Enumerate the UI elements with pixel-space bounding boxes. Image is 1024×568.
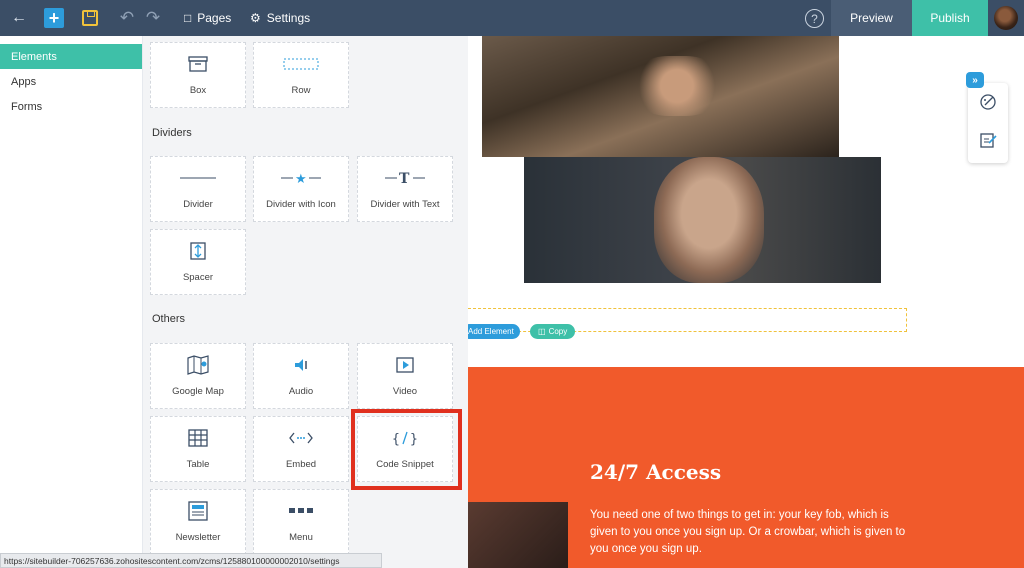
tile-divider-with-icon[interactable]: ★ Divider with Icon xyxy=(253,156,349,222)
tile-box[interactable]: Box xyxy=(150,42,246,108)
tile-newsletter[interactable]: Newsletter xyxy=(150,489,246,555)
save-icon[interactable] xyxy=(82,10,98,26)
svg-text:T: T xyxy=(399,171,410,186)
athlete-photo[interactable] xyxy=(524,157,881,283)
tile-table[interactable]: Table xyxy=(150,416,246,482)
sidebar-item-apps[interactable]: Apps xyxy=(0,69,142,94)
tile-label: Divider with Text xyxy=(370,199,440,210)
help-button[interactable]: ? xyxy=(805,9,824,28)
divider-star-icon: ★ xyxy=(281,167,321,189)
svg-text:★: ★ xyxy=(295,172,307,185)
back-arrow-icon[interactable]: ← xyxy=(9,8,29,28)
preview-button[interactable]: Preview xyxy=(831,0,912,36)
face-shape xyxy=(654,157,764,283)
tile-label: Box xyxy=(189,85,207,96)
table-icon xyxy=(188,427,208,449)
section-title: 24/7 Access xyxy=(590,460,722,484)
section-body: You need one of two things to get in: yo… xyxy=(590,509,906,555)
tile-divider[interactable]: Divider xyxy=(150,156,246,222)
tile-row[interactable]: Row xyxy=(253,42,349,108)
tile-label: Google Map xyxy=(172,386,224,397)
section-heading-others: Others xyxy=(152,313,186,325)
sidebar-item-forms[interactable]: Forms xyxy=(0,94,142,119)
tile-spacer[interactable]: Spacer xyxy=(150,229,246,295)
embed-icon xyxy=(289,427,313,449)
tile-label: Spacer xyxy=(182,272,214,283)
tile-embed[interactable]: Embed xyxy=(253,416,349,482)
audio-icon xyxy=(293,354,309,376)
tile-label: Audio xyxy=(288,386,314,397)
section-heading-dividers: Dividers xyxy=(152,127,192,139)
avatar[interactable] xyxy=(994,6,1018,30)
map-icon xyxy=(187,354,209,376)
edit-icon[interactable] xyxy=(978,130,998,150)
pages-label: Pages xyxy=(197,11,232,25)
access-section[interactable]: 24/7 Access You need one of two things t… xyxy=(468,367,1024,568)
tile-divider-with-text[interactable]: T Divider with Text xyxy=(357,156,453,222)
box-icon xyxy=(188,53,208,75)
page-icon: □ xyxy=(184,11,192,25)
tile-label: Menu xyxy=(289,532,313,543)
divider-text-icon: T xyxy=(385,167,425,189)
row-icon xyxy=(283,53,319,75)
copy-label: Copy xyxy=(548,327,568,336)
video-icon xyxy=(396,354,414,376)
pages-menu[interactable]: □ Pages xyxy=(184,0,231,36)
left-sidebar: Elements Apps Forms xyxy=(0,36,143,568)
tile-label: Newsletter xyxy=(175,532,221,543)
double-chevron-icon[interactable]: » xyxy=(966,72,984,88)
page-canvas[interactable]: Add Element ◫ Copy 24/7 Access You need … xyxy=(468,36,1024,568)
undo-icon[interactable]: ↶ xyxy=(117,8,137,28)
settings-menu[interactable]: ⚙ Settings xyxy=(250,0,310,36)
add-element-button[interactable]: + xyxy=(44,8,64,28)
palette-icon[interactable] xyxy=(978,92,998,112)
section-photo xyxy=(468,502,568,568)
tile-video[interactable]: Video xyxy=(357,343,453,409)
tile-label: Divider with Icon xyxy=(266,199,336,210)
status-url-bar: https://sitebuilder-706257636.zohositesc… xyxy=(0,553,382,568)
divider-icon xyxy=(180,167,216,189)
tile-audio[interactable]: Audio xyxy=(253,343,349,409)
tile-menu[interactable]: Menu xyxy=(253,489,349,555)
tile-label: Video xyxy=(392,386,418,397)
copy-pill[interactable]: ◫ Copy xyxy=(530,324,576,339)
team-hands-photo[interactable] xyxy=(482,36,839,157)
newsletter-icon xyxy=(188,500,208,522)
sidebar-item-elements[interactable]: Elements xyxy=(0,44,142,69)
gear-icon: ⚙ xyxy=(250,11,261,25)
top-toolbar: ← + ↶ ↷ □ Pages ⚙ Settings ? Preview Pub… xyxy=(0,0,1024,36)
tile-label: Row xyxy=(291,85,311,96)
publish-button[interactable]: Publish xyxy=(912,0,988,36)
code-snippet-highlight xyxy=(351,409,462,490)
settings-label: Settings xyxy=(266,11,311,25)
menu-icon xyxy=(289,500,313,522)
copy-icon: ◫ xyxy=(538,327,546,336)
tile-label: Embed xyxy=(285,459,317,470)
tile-label: Divider xyxy=(183,199,213,210)
redo-icon[interactable]: ↷ xyxy=(143,8,163,28)
spacer-icon xyxy=(190,240,206,262)
tile-label: Table xyxy=(186,459,210,470)
tile-google-map[interactable]: Google Map xyxy=(150,343,246,409)
add-element-pill[interactable]: Add Element xyxy=(468,324,520,339)
